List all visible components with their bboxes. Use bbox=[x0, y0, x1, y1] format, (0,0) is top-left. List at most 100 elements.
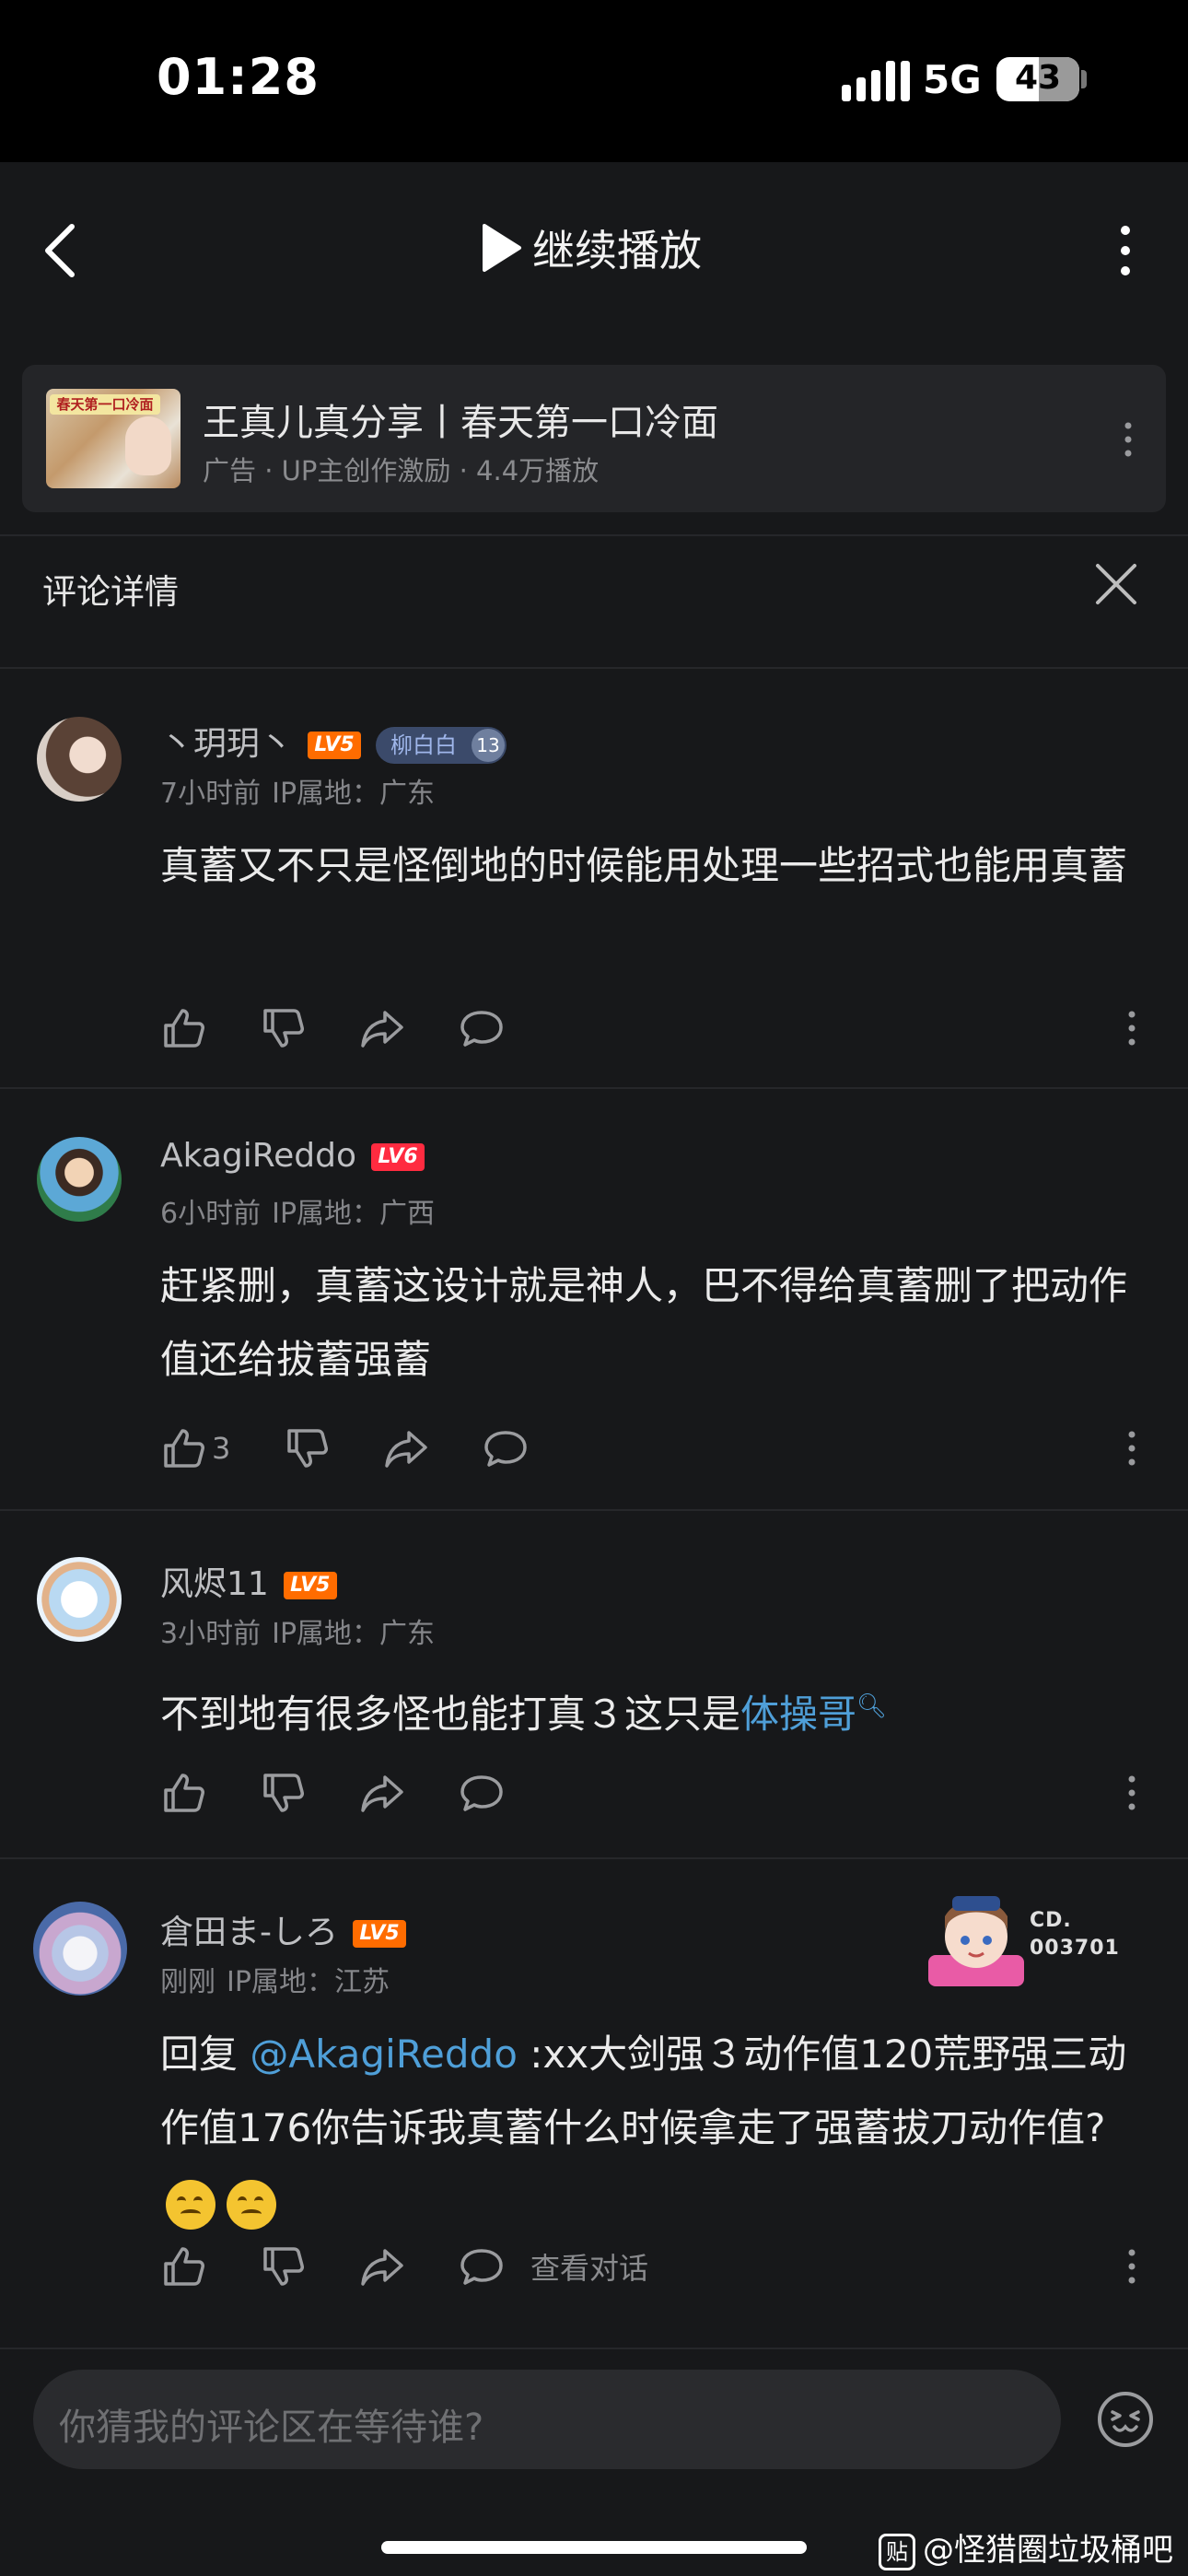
like-count: 3 bbox=[212, 1431, 231, 1466]
continue-play-label: 继续播放 bbox=[532, 226, 702, 275]
comment-input-placeholder: 你猜我的评论区在等待谁? bbox=[59, 2406, 484, 2449]
chevron-left-icon bbox=[45, 224, 75, 277]
reply-button[interactable] bbox=[459, 1005, 505, 1051]
share-button[interactable] bbox=[359, 2243, 405, 2289]
share-icon bbox=[361, 2249, 403, 2286]
divider bbox=[0, 534, 1188, 536]
thumbs-up-icon bbox=[164, 1009, 204, 1048]
comment-input-bar: 你猜我的评论区在等待谁? 贴 @怪猎圈垃圾桶吧 bbox=[0, 2349, 1188, 2576]
level-badge: LV6 bbox=[371, 1143, 425, 1171]
comment-text-body: 不到地有很多怪也能打真３这只是 bbox=[160, 1692, 741, 1737]
more-vertical-icon bbox=[1128, 1431, 1136, 1466]
comment-more-button[interactable] bbox=[1118, 2243, 1146, 2289]
more-vertical-icon bbox=[1121, 226, 1130, 275]
video-ad-card[interactable]: 春天第一口冷面 王真儿真分享丨春天第一口冷面 广告 · UP主创作激励 · 4.… bbox=[22, 365, 1166, 512]
share-icon bbox=[361, 1011, 403, 1048]
smirk-emoji-icon bbox=[227, 2179, 276, 2230]
divider bbox=[0, 1509, 1188, 1511]
fan-medal-level: 13 bbox=[472, 729, 506, 762]
play-icon bbox=[483, 224, 521, 272]
comment-bubble-icon bbox=[460, 2249, 503, 2285]
more-vertical-icon bbox=[1128, 2249, 1136, 2284]
comment-meta: 3小时前 IP属地：广东 bbox=[160, 1610, 435, 1651]
avatar[interactable] bbox=[37, 717, 122, 802]
level-badge: LV5 bbox=[308, 732, 362, 759]
reply-button[interactable] bbox=[459, 2243, 505, 2289]
decoration-serial-prefix: CD. bbox=[1030, 1909, 1072, 1932]
emoji-face-icon bbox=[1098, 2392, 1153, 2447]
username[interactable]: 丶玥玥丶 bbox=[160, 725, 293, 763]
share-button[interactable] bbox=[359, 1770, 405, 1816]
ip-location: IP属地：广东 bbox=[272, 1618, 436, 1650]
mention-link[interactable]: @AkagiReddo bbox=[250, 2032, 518, 2077]
like-button[interactable] bbox=[160, 1005, 206, 1051]
username[interactable]: 风烬11 bbox=[160, 1565, 269, 1603]
thumbs-down-icon bbox=[263, 1009, 304, 1048]
continue-play-button[interactable]: 继续播放 bbox=[479, 217, 702, 278]
thumbs-down-icon bbox=[287, 1429, 329, 1468]
comment-meta: 刚刚 IP属地：江苏 bbox=[160, 1959, 390, 1999]
divider bbox=[0, 667, 1188, 669]
emoji-button[interactable] bbox=[1096, 2390, 1155, 2449]
like-button[interactable] bbox=[160, 1770, 206, 1816]
more-vertical-icon bbox=[1124, 422, 1132, 457]
status-bar: 01:28 5G 43 bbox=[0, 0, 1188, 162]
decoration-character-image bbox=[928, 1896, 1024, 1986]
level-badge: LV5 bbox=[283, 1572, 337, 1599]
username[interactable]: 倉田ま-しろ bbox=[160, 1914, 338, 1951]
divider bbox=[0, 1087, 1188, 1089]
reply-prefix: 回复 bbox=[160, 2032, 250, 2077]
ip-location: IP属地：广东 bbox=[272, 778, 436, 810]
thumbs-up-icon bbox=[164, 2247, 204, 2286]
decoration-card[interactable] bbox=[921, 1889, 1031, 1999]
dislike-button[interactable] bbox=[260, 1770, 306, 1816]
search-icon[interactable]: 🔍︎ bbox=[856, 1692, 887, 1720]
comment-actions: 3 bbox=[160, 1423, 582, 1474]
username[interactable]: AkagiReddo bbox=[160, 1137, 356, 1175]
comment-actions: 查看对话 bbox=[160, 2241, 648, 2292]
search-link[interactable]: 体操哥 bbox=[740, 1692, 856, 1737]
reply-button[interactable] bbox=[483, 1425, 529, 1471]
video-thumbnail: 春天第一口冷面 bbox=[46, 389, 181, 488]
comment-more-button[interactable] bbox=[1118, 1425, 1146, 1471]
thumbs-up-icon bbox=[164, 1774, 204, 1812]
more-vertical-icon bbox=[1128, 1775, 1136, 1810]
dislike-button[interactable] bbox=[284, 1425, 330, 1471]
card-more-button[interactable] bbox=[1114, 416, 1142, 463]
avatar[interactable] bbox=[37, 1557, 122, 1642]
comment-more-button[interactable] bbox=[1118, 1770, 1146, 1816]
tieba-badge-icon: 贴 bbox=[879, 2533, 915, 2570]
back-button[interactable] bbox=[33, 214, 88, 287]
status-time: 01:28 bbox=[157, 48, 320, 106]
level-badge: LV5 bbox=[353, 1920, 406, 1948]
fan-medal[interactable]: 柳白白 13 bbox=[376, 727, 507, 764]
avatar[interactable] bbox=[37, 1137, 122, 1222]
comment-text: 真蓄又不只是怪倒地的时候能用处理一些招式也能用真蓄 bbox=[160, 843, 1128, 888]
dislike-button[interactable] bbox=[260, 1005, 306, 1051]
nav-bar: 继续播放 bbox=[0, 162, 1188, 346]
like-button[interactable] bbox=[160, 1425, 206, 1471]
network-type: 5G bbox=[923, 57, 982, 102]
comment-more-button[interactable] bbox=[1118, 1005, 1146, 1051]
view-conversation-link[interactable]: 查看对话 bbox=[530, 2245, 648, 2288]
share-button[interactable] bbox=[383, 1425, 429, 1471]
thumbs-up-icon bbox=[164, 1429, 204, 1468]
dislike-button[interactable] bbox=[260, 2243, 306, 2289]
watermark: 贴 @怪猎圈垃圾桶吧 bbox=[879, 2524, 1173, 2570]
comment-actions bbox=[160, 1002, 558, 1054]
share-button[interactable] bbox=[359, 1005, 405, 1051]
avatar[interactable] bbox=[33, 1902, 127, 1996]
home-indicator[interactable] bbox=[381, 2541, 807, 2554]
thumbs-down-icon bbox=[263, 2247, 304, 2286]
more-vertical-icon bbox=[1128, 1011, 1136, 1046]
reply-button[interactable] bbox=[459, 1770, 505, 1816]
video-meta: 广告 · UP主创作激励 · 4.4万播放 bbox=[203, 455, 600, 486]
more-options-button[interactable] bbox=[1107, 214, 1144, 287]
close-button[interactable] bbox=[1092, 560, 1140, 608]
share-icon bbox=[385, 1431, 428, 1468]
comment-input[interactable]: 你猜我的评论区在等待谁? bbox=[33, 2370, 1061, 2469]
comment-text: 不到地有很多怪也能打真３这只是体操哥🔍︎ bbox=[160, 1669, 1136, 1751]
share-icon bbox=[361, 1775, 403, 1812]
decoration-serial: CD. 003701 bbox=[1030, 1907, 1120, 1962]
like-button[interactable] bbox=[160, 2243, 206, 2289]
